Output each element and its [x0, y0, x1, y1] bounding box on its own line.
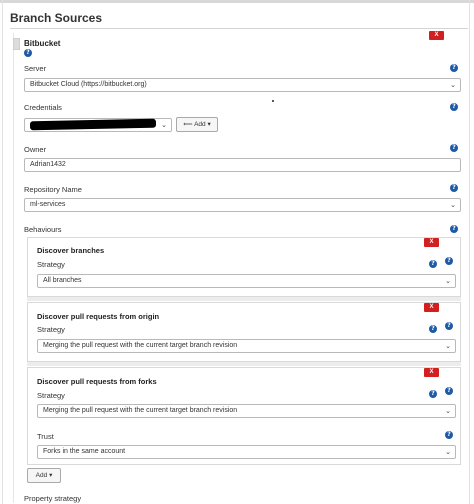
strategy-select[interactable]: All branches ⌄	[37, 274, 456, 288]
caret-down-icon: ▾	[49, 472, 53, 479]
behaviour-help-icon[interactable]: ?	[445, 387, 453, 395]
strategy-label: Strategy	[37, 260, 65, 269]
add-credentials-button[interactable]: ⟸ Add ▾	[176, 117, 218, 132]
source-help-icon[interactable]: ?	[24, 49, 32, 57]
section-title: Branch Sources	[10, 11, 103, 25]
add-credentials-label: Add	[194, 121, 206, 128]
delete-behaviour-button[interactable]: X	[424, 368, 439, 377]
trust-select[interactable]: Forks in the same account ⌄	[37, 445, 456, 459]
chevron-down-icon: ⌄	[445, 342, 451, 350]
chevron-down-icon: ⌄	[445, 277, 451, 285]
source-name: Bitbucket	[24, 39, 61, 48]
strategy-select[interactable]: Merging the pull request with the curren…	[37, 339, 456, 353]
server-help-icon[interactable]: ?	[450, 64, 458, 72]
delete-behaviour-button[interactable]: X	[424, 238, 439, 247]
strategy-label: Strategy	[37, 391, 65, 400]
chevron-down-icon: ⌄	[450, 201, 456, 209]
right-border	[469, 0, 470, 504]
owner-label: Owner	[24, 145, 47, 154]
strategy-help-icon[interactable]: ?	[429, 390, 437, 398]
strategy-help-icon[interactable]: ?	[429, 325, 437, 333]
top-border	[0, 0, 474, 3]
owner-input[interactable]: Adrian1432	[24, 158, 461, 172]
add-behaviour-button[interactable]: Add ▾	[27, 468, 61, 483]
cursor-dot	[272, 100, 274, 102]
behaviour-title: Discover pull requests from forks	[37, 377, 157, 386]
chevron-down-icon: ⌄	[445, 407, 451, 415]
trust-select-value: Forks in the same account	[43, 448, 126, 455]
server-select[interactable]: Bitbucket Cloud (https://bitbucket.org) …	[24, 78, 461, 92]
strategy-label: Strategy	[37, 325, 65, 334]
repository-select[interactable]: ml-services ⌄	[24, 198, 461, 212]
behaviour-title: Discover branches	[37, 246, 105, 255]
behaviour-discover-pr-origin	[27, 302, 461, 362]
credentials-help-icon[interactable]: ?	[450, 103, 458, 111]
behaviours-help-icon[interactable]: ?	[450, 225, 458, 233]
server-label: Server	[24, 64, 47, 73]
drag-handle[interactable]	[13, 38, 20, 50]
behaviour-help-icon[interactable]: ?	[445, 257, 453, 265]
property-strategy-label: Property strategy	[24, 494, 82, 503]
behaviour-help-icon[interactable]: ?	[445, 322, 453, 330]
add-behaviour-label: Add	[35, 472, 48, 479]
behaviour-separator	[27, 362, 461, 366]
owner-help-icon[interactable]: ?	[450, 144, 458, 152]
trust-help-icon[interactable]: ?	[445, 431, 453, 439]
credentials-label: Credentials	[24, 103, 62, 112]
chevron-down-icon: ⌄	[161, 121, 167, 129]
strategy-select-value: All branches	[43, 277, 82, 284]
trust-label: Trust	[37, 432, 54, 441]
behaviour-separator	[27, 297, 461, 301]
left-border	[2, 0, 3, 504]
strategy-select[interactable]: Merging the pull request with the curren…	[37, 404, 456, 418]
strategy-select-value: Merging the pull request with the curren…	[43, 342, 238, 349]
server-select-value: Bitbucket Cloud (https://bitbucket.org)	[30, 81, 147, 88]
key-icon: ⟸	[183, 121, 193, 128]
section-divider	[10, 28, 468, 29]
repository-label: Repository Name	[24, 185, 82, 194]
repository-help-icon[interactable]: ?	[450, 184, 458, 192]
delete-source-button[interactable]: X	[429, 31, 444, 40]
repository-select-value: ml-services	[30, 201, 66, 208]
behaviour-title: Discover pull requests from origin	[37, 312, 160, 321]
strategy-help-icon[interactable]: ?	[429, 260, 437, 268]
delete-behaviour-button[interactable]: X	[424, 303, 439, 312]
caret-down-icon: ▾	[207, 121, 211, 128]
strategy-select-value: Merging the pull request with the curren…	[43, 407, 238, 414]
behaviours-label: Behaviours	[24, 225, 62, 234]
chevron-down-icon: ⌄	[450, 81, 456, 89]
chevron-down-icon: ⌄	[445, 448, 451, 456]
